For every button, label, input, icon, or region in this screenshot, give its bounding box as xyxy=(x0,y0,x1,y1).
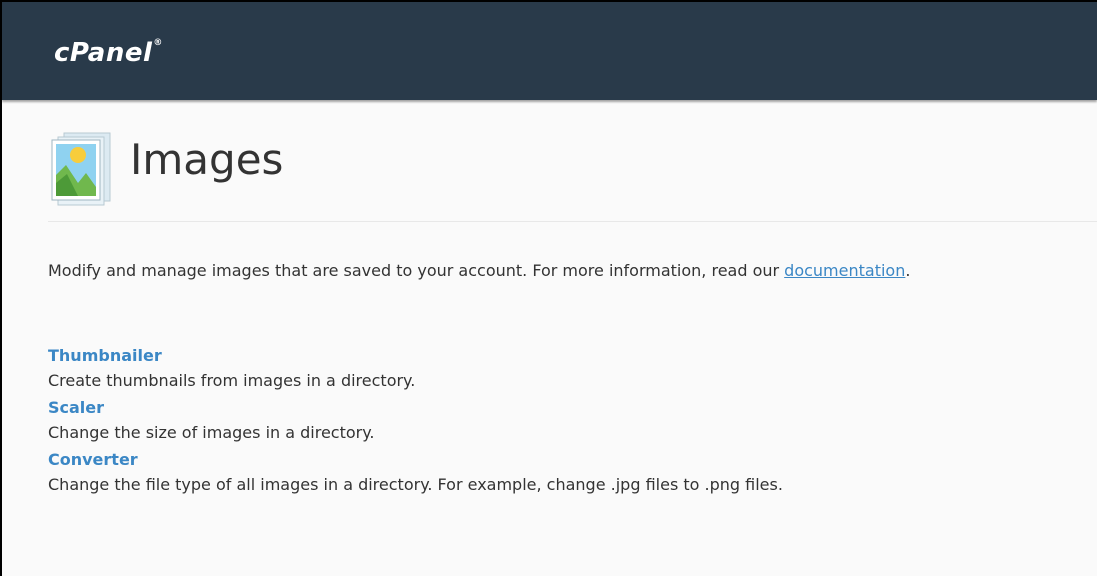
feature-list: Thumbnailer Create thumbnails from image… xyxy=(48,343,783,499)
images-icon xyxy=(51,132,111,206)
description-text: Modify and manage images that are saved … xyxy=(48,261,785,280)
page-title: Images xyxy=(130,135,284,184)
description-end: . xyxy=(905,261,911,280)
converter-link[interactable]: Converter xyxy=(48,447,783,472)
page-header: Images xyxy=(48,117,1097,222)
registered-mark: ® xyxy=(153,38,163,48)
scaler-link[interactable]: Scaler xyxy=(48,395,783,420)
thumbnailer-link[interactable]: Thumbnailer xyxy=(48,343,783,368)
cpanel-logo-text: cPanel xyxy=(54,38,153,68)
cpanel-logo[interactable]: cPanel® xyxy=(54,38,163,68)
thumbnailer-description: Create thumbnails from images in a direc… xyxy=(48,371,416,390)
converter-description: Change the file type of all images in a … xyxy=(48,475,783,494)
page-description: Modify and manage images that are saved … xyxy=(48,259,910,283)
app-window: cPanel® Images Modify and manage images … xyxy=(0,0,1097,576)
documentation-link[interactable]: documentation xyxy=(784,261,905,280)
top-navigation-bar: cPanel® xyxy=(2,2,1097,100)
scaler-description: Change the size of images in a directory… xyxy=(48,423,375,442)
